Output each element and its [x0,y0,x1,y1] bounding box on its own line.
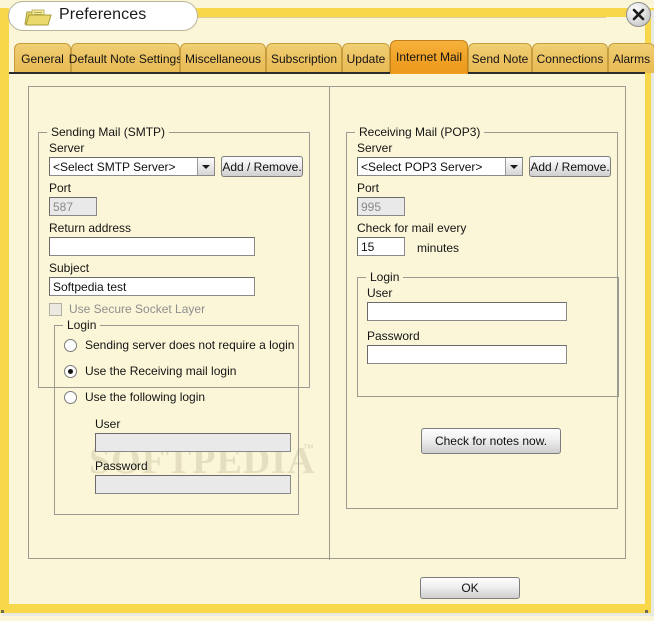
smtp-login-user-field[interactable] [95,433,291,452]
pop3-port-value: 995 [361,199,382,214]
smtp-server-label: Server [49,141,85,155]
ok-label: OK [461,581,479,595]
window-frame-top [196,8,645,17]
check-for-notes-now-button[interactable]: Check for notes now. [421,428,561,454]
page-title: Preferences [59,6,147,23]
tab-connections[interactable]: Connections [532,43,608,73]
tab-label: General [21,51,64,66]
smtp-add-remove-button[interactable]: Add / Remove. [221,156,303,177]
return-address-field[interactable] [49,237,255,256]
panel-divider [329,87,330,560]
tab-subscription[interactable]: Subscription [266,43,342,73]
smtp-login-user-label: User [95,417,121,431]
smtp-server-combo[interactable]: <Select SMTP Server> [49,157,215,176]
pop3-add-remove-button[interactable]: Add / Remove. [529,156,611,177]
tab-bar: General Default Note Settings Miscellaneou… [9,40,654,73]
tab-label: Update [346,51,386,66]
smtp-port-label: Port [49,181,72,195]
preferences-window: Preferences General Default Note Settings… [0,0,654,621]
pop3-port-label: Port [357,181,380,195]
pop3-server-label: Server [357,141,393,155]
close-icon[interactable] [626,2,651,27]
ssl-checkbox[interactable]: Use Secure Socket Layer [49,302,205,316]
tab-label: Connections [536,51,604,66]
window-frame-left [0,8,9,613]
pop3-login-user-label: User [367,286,393,300]
smtp-login-password-field[interactable] [95,475,291,494]
check-interval-value: 15 [361,239,375,254]
tab-label: Subscription [270,51,338,66]
tab-label: Alarms [612,51,651,66]
checkbox-box-icon [49,302,62,316]
notes-folder-icon [23,8,53,28]
smtp-port-field[interactable]: 587 [49,197,97,216]
pop3-server-combo[interactable]: <Select POP3 Server> [357,157,523,176]
receiving-mail-legend: Receiving Mail (POP3) [355,125,485,139]
radio-no-login[interactable]: Sending server does not require a login [64,338,294,352]
settings-panel: SOFTPEDIA ™ www.softpedia.com Sending Ma… [28,86,626,560]
subject-label: Subject [49,261,90,275]
sending-mail-legend: Sending Mail (SMTP) [47,125,170,139]
radio-use-following-login-label: Use the following login [85,390,206,404]
tab-label: Internet Mail [395,50,463,64]
pop3-server-value: <Select POP3 Server> [361,159,483,174]
subject-field[interactable]: Softpedia test [49,277,255,296]
tab-default-note-settings[interactable]: Default Note Settings [68,43,183,73]
smtp-login-password-label: Password [95,459,148,473]
tab-internet-mail[interactable]: Internet Mail [390,40,468,73]
chevron-down-icon[interactable] [197,158,214,175]
radio-use-following-login[interactable]: Use the following login [64,390,205,404]
tab-miscellaneous[interactable]: Miscellaneous [180,43,266,73]
chevron-down-icon[interactable] [505,158,522,175]
return-address-label: Return address [49,221,132,235]
subject-value: Softpedia test [53,279,127,294]
tab-general[interactable]: General [14,43,71,73]
radio-box-icon [64,390,77,404]
sending-login-legend: Login [63,318,101,332]
minutes-label: minutes [417,241,460,255]
smtp-add-remove-label: Add / Remove. [222,159,302,174]
tab-panel: Post-it ? SOFTPEDIA ™ www.softpedia.com … [9,72,645,604]
tab-update[interactable]: Update [342,43,390,73]
check-interval-label: Check for mail every [357,221,467,235]
pop3-login-user-field[interactable] [367,302,567,321]
corner-notch-bottom-left [1,610,4,613]
radio-box-icon [64,364,77,378]
corner-notch-bottom-right [645,610,648,613]
check-for-notes-now-label: Check for notes now. [434,434,548,448]
window-frame-bottom [0,604,654,613]
pop3-port-field[interactable]: 995 [357,197,405,216]
check-interval-field[interactable]: 15 [357,237,405,256]
radio-box-icon [64,338,77,352]
ssl-label: Use Secure Socket Layer [69,302,206,316]
tab-label: Default Note Settings [68,51,183,66]
pop3-login-password-field[interactable] [367,345,567,364]
radio-use-receiving-login[interactable]: Use the Receiving mail login [64,364,236,378]
smtp-port-value: 587 [53,199,74,214]
smtp-server-value: <Select SMTP Server> [53,159,176,174]
tab-alarms[interactable]: Alarms [608,43,654,73]
tab-label: Miscellaneous [184,51,262,66]
window-shadow-bottom [2,613,654,616]
title-bar: Preferences [8,1,198,31]
title-rule [196,17,606,18]
radio-no-login-label: Sending server does not require a login [85,338,295,352]
receiving-login-legend: Login [366,270,404,284]
pop3-login-password-label: Password [367,329,420,343]
watermark-trademark: ™ [303,443,314,455]
tab-send-note[interactable]: Send Note [468,43,532,73]
ok-button[interactable]: OK [420,577,520,599]
tab-label: Send Note [471,51,529,66]
radio-use-receiving-login-label: Use the Receiving mail login [85,364,237,378]
pop3-add-remove-label: Add / Remove. [530,159,610,174]
